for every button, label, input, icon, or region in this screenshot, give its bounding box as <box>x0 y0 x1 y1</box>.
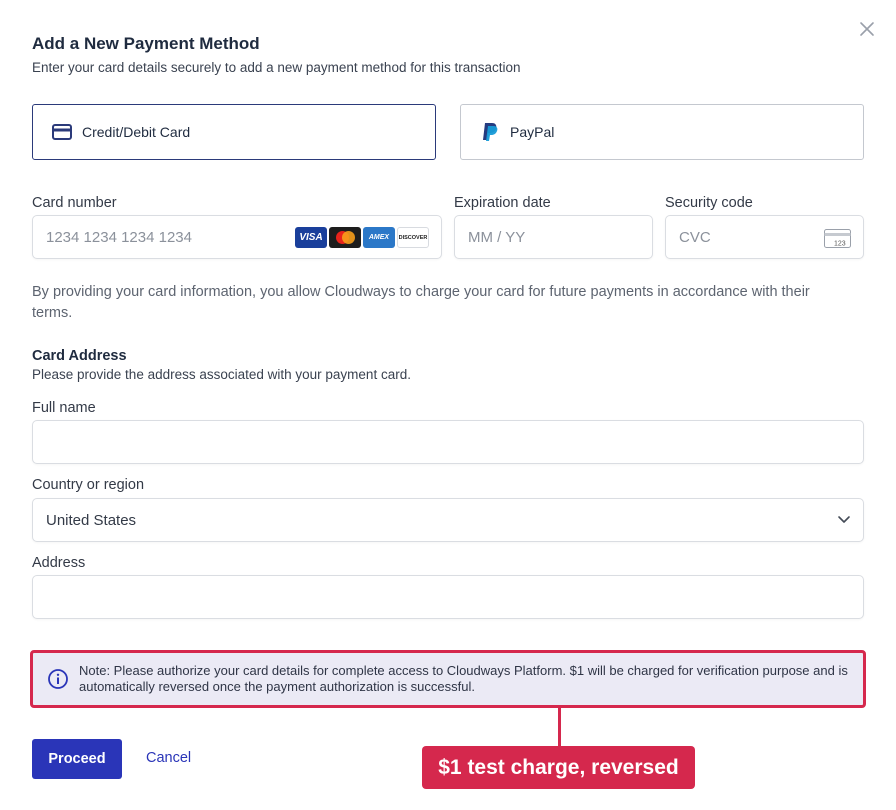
cvc-card-icon: 123 <box>824 229 851 248</box>
fullname-label: Full name <box>32 400 96 416</box>
address-input[interactable] <box>33 576 863 618</box>
chevron-down-icon <box>838 516 850 523</box>
amex-icon: AMEX <box>363 227 395 248</box>
fullname-input[interactable] <box>33 421 863 463</box>
expiry-label: Expiration date <box>454 195 551 211</box>
consent-text: By providing your card information, you … <box>32 284 810 321</box>
paypal-icon <box>479 122 501 142</box>
verification-notice: Note: Please authorize your card details… <box>30 650 866 708</box>
address-label: Address <box>32 555 86 571</box>
discover-icon: DISCOVER <box>397 227 429 248</box>
expiry-input[interactable] <box>455 216 652 258</box>
card-number-label: Card number <box>32 195 117 211</box>
svg-text:123: 123 <box>834 241 846 248</box>
cancel-button[interactable]: Cancel <box>146 750 191 766</box>
callout-label: $1 test charge, reversed <box>422 746 695 789</box>
dialog-subtitle: Enter your card details securely to add … <box>32 60 521 75</box>
country-select[interactable]: United States <box>32 498 864 542</box>
info-icon <box>48 669 68 689</box>
method-paypal-label: PayPal <box>510 124 555 140</box>
dialog-title: Add a New Payment Method <box>32 34 260 53</box>
card-address-description: Please provide the address associated wi… <box>32 367 411 382</box>
expiry-field <box>454 215 653 259</box>
close-icon <box>860 22 874 36</box>
method-card-option[interactable]: Credit/Debit Card <box>32 104 436 160</box>
close-button[interactable] <box>856 18 878 40</box>
callout-connector <box>558 708 561 748</box>
notice-text: Note: Please authorize your card details… <box>79 663 848 694</box>
card-address-heading: Card Address <box>32 348 127 364</box>
proceed-button[interactable]: Proceed <box>32 739 122 779</box>
fullname-field <box>32 420 864 464</box>
country-label: Country or region <box>32 477 145 493</box>
address-field <box>32 575 864 619</box>
method-paypal-option[interactable]: PayPal <box>460 104 864 160</box>
credit-card-icon <box>51 122 73 142</box>
card-number-field: VISA AMEX DISCOVER <box>32 215 442 259</box>
method-card-label: Credit/Debit Card <box>82 124 191 140</box>
cvc-label: Security code <box>665 195 753 211</box>
mastercard-icon <box>329 227 361 248</box>
cvc-field: 123 <box>665 215 864 259</box>
card-brand-logos: VISA AMEX DISCOVER <box>295 227 429 248</box>
visa-icon: VISA <box>295 227 327 248</box>
country-selected-value: United States <box>46 512 137 529</box>
